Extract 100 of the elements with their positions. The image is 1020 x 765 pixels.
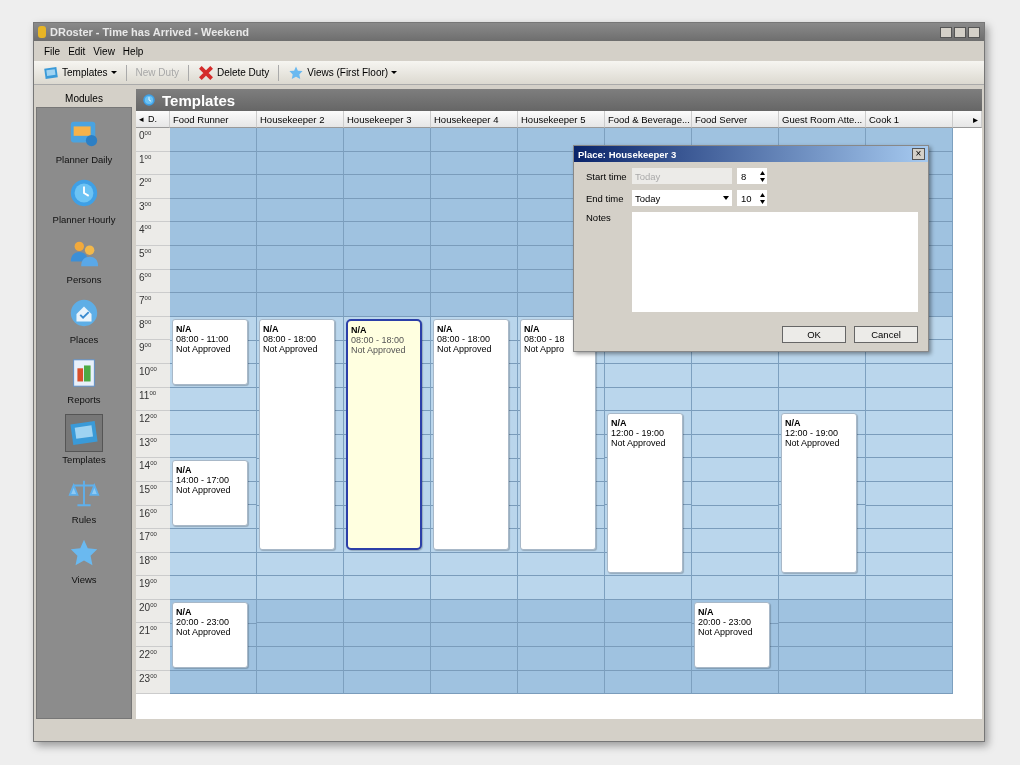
dialog-title: Place: Housekeeper 3 — [578, 148, 677, 160]
column-header[interactable]: Housekeeper 4 — [431, 111, 518, 128]
duty-status: Not Approved — [785, 438, 841, 449]
module-item[interactable]: Views — [44, 534, 124, 585]
duty-time: 12:00 - 19:00 — [785, 428, 840, 439]
hour-label: 5$^{00}$ — [136, 245, 170, 270]
maximize-button[interactable] — [954, 26, 966, 38]
column-header[interactable]: Housekeeper 2 — [257, 111, 344, 128]
scroll-right-button[interactable]: ▸ — [973, 113, 978, 125]
hour-spinner[interactable]: 8 — [737, 168, 767, 184]
close-button[interactable] — [968, 26, 980, 38]
duty-title: N/A — [437, 323, 454, 334]
menu-item[interactable]: View — [93, 45, 115, 57]
duty-time: 20:00 - 23:00 — [698, 616, 753, 627]
module-item[interactable]: Reports — [44, 354, 124, 405]
hour-label: 17$^{00}$ — [136, 529, 170, 553]
duty-time: 12:00 - 19:00 — [611, 428, 666, 439]
caret-icon — [723, 196, 729, 200]
duty-status: Not Appro — [524, 343, 566, 354]
duty-status: Not Approved — [176, 343, 232, 354]
duty-status: Not Approved — [698, 626, 754, 637]
column-header[interactable]: Housekeeper 5 — [518, 111, 605, 128]
hour-label: 2$^{00}$ — [136, 175, 170, 199]
hour-label: 18$^{00}$ — [136, 552, 170, 577]
hour-spinner[interactable]: 10 — [737, 190, 767, 206]
column-header[interactable]: Food Runner — [170, 111, 257, 128]
app-icon — [38, 26, 46, 38]
module-item[interactable]: Templates — [44, 414, 124, 465]
hour-label: 12$^{00}$ — [136, 411, 170, 435]
spinner-arrows-icon — [760, 170, 765, 182]
hour-label: 10$^{00}$ — [136, 363, 170, 388]
hour-label: 15$^{00}$ — [136, 481, 170, 506]
toolbar-button[interactable]: Delete Duty — [194, 62, 273, 83]
duty-card[interactable]: N/A 08:00 - 18:00 Not Approved — [346, 318, 422, 550]
hour-label: 23$^{00}$ — [136, 670, 170, 695]
module-item[interactable]: Persons — [44, 234, 124, 285]
duty-title: N/A — [698, 606, 715, 617]
duty-title: N/A — [176, 606, 193, 617]
duty-title: N/A — [785, 418, 802, 429]
menu-item[interactable]: File — [44, 45, 61, 57]
column-header[interactable]: Food & Beverage... — [605, 111, 692, 128]
hour-label: 3$^{00}$ — [136, 198, 170, 223]
window-title: DRoster - Time has Arrived - Weekend — [50, 26, 251, 38]
duty-card[interactable]: N/A 08:00 - 18:00 Not Approved — [259, 318, 335, 550]
template-icon — [43, 64, 59, 81]
minimize-button[interactable] — [940, 26, 952, 38]
duty-card[interactable]: N/A 20:00 - 23:00 Not Approved — [694, 601, 770, 668]
spinner-arrows-icon — [760, 192, 765, 204]
menu-item[interactable]: Help — [122, 45, 144, 57]
menu-item[interactable]: Edit — [68, 45, 86, 57]
hour-label: 6$^{00}$ — [136, 269, 170, 294]
duty-title: N/A — [176, 323, 193, 334]
duty-card[interactable]: N/A 12:00 - 19:00 Not Approved — [607, 413, 683, 574]
hour-label: 16$^{00}$ — [136, 505, 170, 530]
duty-card[interactable]: N/A 12:00 - 19:00 Not Approved — [781, 413, 857, 574]
duty-card[interactable]: N/A 08:00 - 18 Not Appro — [520, 318, 596, 550]
duty-status: Not Approved — [611, 438, 667, 449]
hour-label: 1$^{00}$ — [136, 151, 170, 176]
time-slot[interactable] — [518, 128, 605, 152]
panel-title: Templates — [162, 91, 236, 109]
duty-title: N/A — [351, 324, 368, 335]
duty-card[interactable]: N/A 14:00 - 17:00 Not Approved — [172, 460, 248, 527]
column-header[interactable]: Housekeeper 3 — [344, 111, 431, 128]
hour-label: 11$^{00}$ — [136, 387, 170, 412]
column-header: D. — [148, 114, 157, 124]
duty-time: 20:00 - 23:00 — [176, 616, 231, 627]
hour-label: 0$^{00}$ — [136, 128, 170, 152]
module-item[interactable]: Places — [44, 294, 124, 345]
dropdown-button[interactable]: Views (First Floor) — [285, 62, 401, 83]
dialog-button[interactable]: OK — [782, 326, 846, 343]
hour-label: 8$^{00}$ — [136, 316, 170, 341]
dialog-button[interactable]: Cancel — [854, 326, 918, 343]
column-header[interactable]: Cook 1 — [866, 111, 953, 128]
column-header[interactable]: Guest Room Atte... — [779, 111, 866, 128]
module-item[interactable]: Planner Hourly — [44, 174, 124, 225]
duty-card[interactable]: N/A 08:00 - 11:00 Not Approved — [172, 318, 248, 385]
module-item[interactable]: Rules — [44, 474, 124, 525]
hour-label: 20$^{00}$ — [136, 599, 170, 624]
duty-status: Not Approved — [263, 343, 319, 354]
caret-icon — [110, 71, 117, 74]
field-label: End time — [586, 192, 625, 204]
hour-label: 14$^{00}$ — [136, 458, 170, 482]
duty-card[interactable]: N/A 20:00 - 23:00 Not Approved — [172, 601, 248, 668]
hour-label: 4$^{00}$ — [136, 222, 170, 246]
house-icon — [68, 297, 100, 329]
hour-label: 22$^{00}$ — [136, 647, 170, 671]
field-label: Start time — [586, 170, 628, 182]
duty-card[interactable]: N/A 08:00 - 18:00 Not Approved — [433, 318, 509, 550]
dropdown-button[interactable]: Templates — [40, 62, 120, 83]
date-dropdown[interactable]: Today — [632, 190, 732, 206]
hour-label: 9$^{00}$ — [136, 340, 170, 364]
hour-label: 7$^{00}$ — [136, 293, 170, 317]
clock-icon — [142, 93, 156, 107]
scroll-left-button[interactable]: ◂ — [139, 114, 144, 124]
notes-field[interactable] — [632, 212, 918, 312]
module-item[interactable]: Planner Daily — [44, 114, 124, 165]
duty-time: 08:00 - 18 — [524, 333, 566, 344]
delete-icon — [197, 64, 214, 81]
close-button[interactable]: × — [912, 148, 925, 160]
column-header[interactable]: Food Server — [692, 111, 779, 128]
